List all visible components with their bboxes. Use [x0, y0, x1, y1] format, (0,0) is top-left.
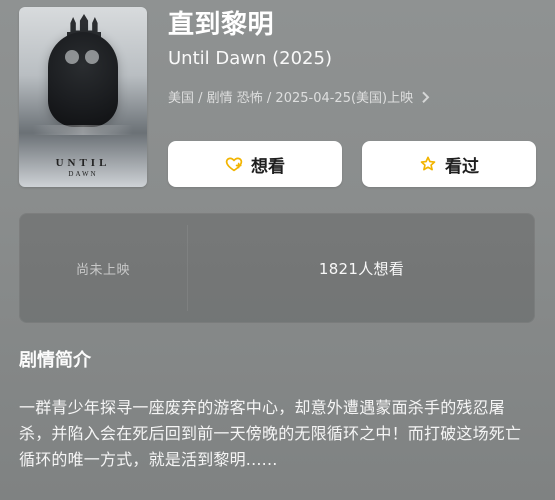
- chevron-right-icon: [418, 91, 430, 103]
- poster-eye-right: [85, 50, 99, 64]
- poster-eye-left: [65, 50, 79, 64]
- watched-button[interactable]: 看过: [362, 141, 536, 187]
- want-count: 1821人想看: [318, 259, 405, 278]
- want-to-watch-label: 想看: [251, 156, 285, 177]
- poster-title: UNTIL: [55, 157, 111, 169]
- movie-meta-text: 美国 / 剧情 恐怖 / 2025-04-25(美国)上映: [168, 91, 414, 106]
- heart-plus-icon: [225, 155, 243, 173]
- movie-meta-link[interactable]: 美国 / 剧情 恐怖 / 2025-04-25(美国)上映: [168, 90, 430, 108]
- star-icon: [419, 155, 437, 173]
- movie-title: 直到黎明: [168, 10, 275, 40]
- movie-original-title: Until Dawn (2025): [168, 48, 332, 69]
- synopsis-heading: 剧情简介: [19, 350, 91, 371]
- poster: UNTIL DAWN: [19, 7, 147, 187]
- poster-ice: [33, 125, 133, 135]
- want-to-watch-button[interactable]: 想看: [168, 141, 342, 187]
- stats-panel: 尚未上映 1821人想看: [19, 213, 535, 323]
- release-status: 尚未上映: [75, 262, 130, 278]
- synopsis-text: 一群青少年探寻一座废弃的游客中心，却意外遭遇蒙面杀手的残忍屠杀，并陷入会在死后回…: [19, 398, 522, 469]
- poster-skull: [48, 32, 118, 127]
- poster-subtitle: DAWN: [68, 170, 98, 178]
- watched-label: 看过: [445, 156, 479, 177]
